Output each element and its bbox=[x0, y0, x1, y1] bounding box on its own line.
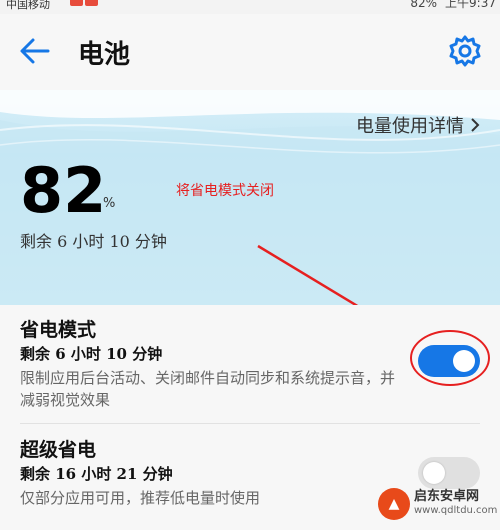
power-saving-title: 省电模式 bbox=[20, 319, 97, 341]
battery-unit: % bbox=[103, 196, 116, 211]
usage-details-label: 电量使用详情 bbox=[356, 116, 464, 137]
super-saving-description: 仅部分应用可用，推荐低电量时使用 bbox=[20, 489, 261, 507]
notification-icon bbox=[70, 0, 83, 6]
gear-icon bbox=[449, 35, 481, 67]
battery-hero: 电量使用详情 82 % 剩余 6 小时 10 分钟 将省电模式关闭 bbox=[0, 90, 500, 305]
super-saving-remaining: 剩余 16 小时 21 分钟 bbox=[20, 465, 173, 483]
power-saving-remaining: 剩余 6 小时 10 分钟 bbox=[20, 345, 163, 363]
watermark-name: 启东安卓网 bbox=[414, 489, 480, 504]
power-saving-description: 限制应用后台活动、关闭邮件自动同步和系统提示音，并减弱视觉效果 bbox=[20, 369, 396, 409]
back-button[interactable] bbox=[18, 36, 52, 66]
toggle-knob bbox=[423, 462, 445, 484]
back-arrow-icon bbox=[20, 38, 50, 64]
status-right: 82% 上午9:37 bbox=[410, 0, 496, 9]
status-bar: 中国移动 82% 上午9:37 bbox=[0, 0, 500, 14]
settings-button[interactable] bbox=[448, 34, 482, 68]
chevron-right-icon bbox=[471, 118, 480, 132]
usage-details-link[interactable]: 电量使用详情 bbox=[356, 112, 480, 138]
super-saving-title: 超级省电 bbox=[20, 439, 97, 461]
battery-percent: 82% bbox=[410, 0, 438, 10]
notification-icon bbox=[85, 0, 98, 6]
app-bar: 电池 bbox=[0, 14, 500, 90]
annotation-text: 将省电模式关闭 bbox=[176, 183, 274, 199]
highlight-circle bbox=[410, 330, 490, 386]
watermark-logo-icon: ▲ bbox=[378, 488, 410, 520]
watermark-url: www.qdltdu.com bbox=[414, 505, 498, 516]
carrier-label: 中国移动 bbox=[6, 0, 50, 11]
remaining-time: 剩余 6 小时 10 分钟 bbox=[20, 232, 167, 251]
battery-level: 82 bbox=[20, 154, 107, 227]
notification-badges bbox=[70, 0, 98, 6]
site-watermark: ▲ 启东安卓网 www.qdltdu.com bbox=[378, 488, 497, 520]
super-saving-toggle[interactable] bbox=[418, 457, 480, 489]
divider bbox=[20, 423, 480, 424]
page-title: 电池 bbox=[78, 40, 131, 70]
clock: 上午9:37 bbox=[445, 0, 496, 10]
